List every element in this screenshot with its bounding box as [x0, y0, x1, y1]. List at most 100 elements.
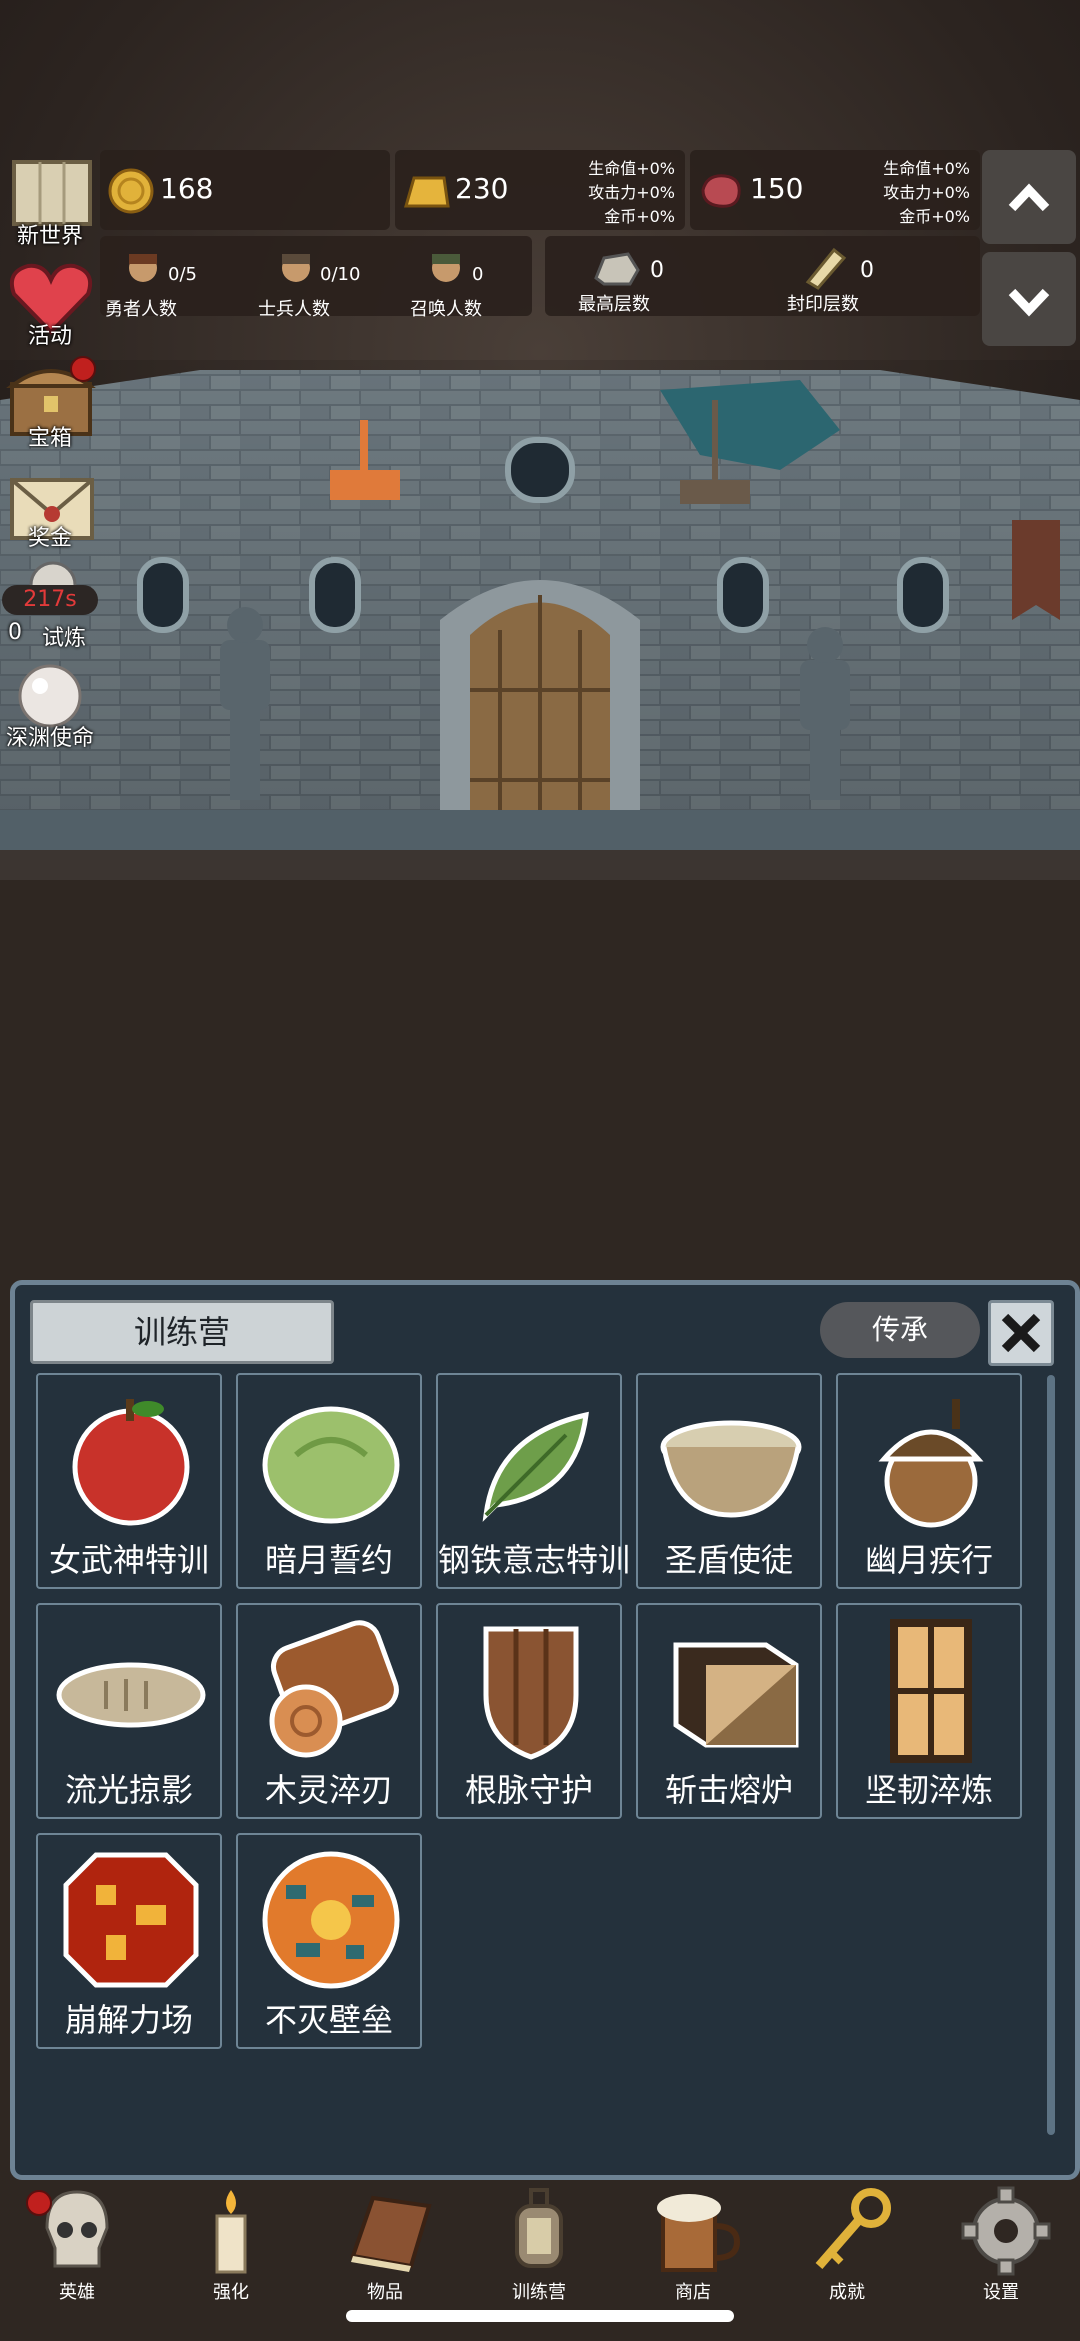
training-item[interactable]: 坚韧淬炼: [836, 1603, 1022, 1819]
chest-notification-dot: [70, 356, 96, 382]
key-icon: [815, 2188, 891, 2269]
scroll-down-button[interactable]: [982, 252, 1076, 346]
seal-floor-label: 封印层数: [787, 294, 859, 315]
training-item-label: 流光掠影: [64, 1771, 193, 1809]
nav-settings[interactable]: 设置: [924, 2180, 1078, 2303]
nav-label-achievement: 成就: [829, 2282, 865, 2303]
leaf-icon: [482, 1411, 589, 1522]
panel-scrollbar[interactable]: [1047, 1375, 1055, 2135]
nav-label-hero: 英雄: [59, 2282, 95, 2303]
candle-icon: [215, 2190, 247, 2274]
hero-head-icon: [129, 254, 157, 282]
side-label-activity: 活动: [27, 324, 72, 349]
training-item-label: 不灭壁垒: [264, 2001, 393, 2039]
summon-count-label: 召唤人数: [410, 299, 482, 320]
training-item[interactable]: 根脉守护: [436, 1603, 622, 1819]
panel-title: 训练营: [30, 1300, 334, 1364]
meat-bonus: 生命值+0% 攻击力+0% 金币+0%: [855, 157, 970, 229]
meat-bonus-gold: 金币+0%: [899, 207, 970, 226]
close-icon: [1001, 1313, 1041, 1353]
max-floor-label: 最高层数: [578, 294, 650, 315]
nav-upgrade[interactable]: 强化: [154, 2180, 308, 2303]
sun-orb-icon: [262, 1851, 400, 1989]
side-label-new-world: 新世界: [16, 224, 83, 249]
nav-hero[interactable]: 英雄: [0, 2180, 154, 2303]
side-label-abyss: 深渊使命: [5, 726, 94, 751]
training-item[interactable]: 暗月誓约: [236, 1373, 422, 1589]
nav-items[interactable]: 物品: [308, 2180, 462, 2303]
nav-label-shop: 商店: [675, 2282, 711, 2303]
nav-shop[interactable]: 商店: [616, 2180, 770, 2303]
training-item[interactable]: 钢铁意志特训: [436, 1373, 631, 1589]
gear-icon: [961, 2186, 1051, 2276]
training-item-label: 圣盾使徒: [664, 1541, 793, 1579]
training-item-label: 根脉守护: [464, 1771, 593, 1809]
beer-mug-icon: [657, 2194, 741, 2272]
side-label-reward: 奖金: [27, 526, 72, 551]
cabbage-icon: [262, 1406, 400, 1524]
hero-count-label: 勇者人数: [105, 299, 177, 320]
training-item[interactable]: 流光掠影: [36, 1603, 222, 1819]
training-item-label: 坚韧淬炼: [864, 1771, 993, 1809]
nav-label-items: 物品: [367, 2282, 403, 2303]
training-item[interactable]: 圣盾使徒: [636, 1373, 822, 1589]
side-label-trial: 试炼: [41, 626, 86, 651]
summon-count: 0: [472, 264, 484, 285]
lantern-icon: [515, 2188, 563, 2268]
summon-head-icon: [432, 254, 460, 282]
scroll-icon: [805, 247, 847, 290]
close-button[interactable]: [988, 1300, 1054, 1366]
nav-training[interactable]: 训练营: [462, 2180, 616, 2303]
training-item[interactable]: 木灵淬刃: [236, 1603, 422, 1819]
chevron-up-icon: [1008, 183, 1050, 212]
gold-amount: 168: [160, 172, 214, 205]
meat-bonus-hp: 生命值+0%: [883, 159, 970, 178]
meat-amount: 150: [750, 172, 804, 205]
cube-icon: [673, 1642, 799, 1748]
log-icon: [269, 1620, 399, 1758]
training-item-label: 崩解力场: [64, 2001, 193, 2039]
bar-bonus-hp: 生命值+0%: [588, 159, 675, 178]
training-item-label: 钢铁意志特训: [438, 1541, 631, 1579]
lava-orb-icon: [63, 1852, 199, 1988]
soldier-count: 0/10: [320, 264, 361, 285]
training-item[interactable]: 女武神特训: [36, 1373, 222, 1589]
book-icon: [350, 2195, 432, 2272]
gold-coin-icon: [108, 168, 154, 214]
nav-label-upgrade: 强化: [213, 2282, 249, 2303]
acorn-icon: [878, 1399, 984, 1528]
soldier-count-label: 士兵人数: [258, 299, 330, 320]
training-item[interactable]: 崩解力场: [36, 1833, 222, 2049]
bar-bonus-atk: 攻击力+0%: [588, 183, 675, 202]
castle-wall-scene: [0, 360, 1080, 880]
training-item-label: 木灵淬刃: [264, 1771, 393, 1809]
gold-bar-icon: [404, 176, 450, 208]
nav-label-settings: 设置: [983, 2282, 1019, 2303]
training-item[interactable]: 不灭壁垒: [236, 1833, 422, 2049]
home-indicator[interactable]: [346, 2310, 734, 2322]
apple-icon: [72, 1399, 190, 1526]
bar-amount: 230: [455, 172, 509, 205]
plank-icon: [890, 1619, 972, 1763]
hero-count: 0/5: [168, 264, 197, 285]
meat-icon: [701, 174, 741, 208]
training-item[interactable]: 幽月疾行: [836, 1373, 1022, 1589]
side-label-chest: 宝箱: [27, 426, 72, 451]
bar-bonus: 生命值+0% 攻击力+0% 金币+0%: [560, 157, 675, 229]
scroll-up-button[interactable]: [982, 150, 1076, 244]
nav-achievement[interactable]: 成就: [770, 2180, 924, 2303]
meat-bonus-atk: 攻击力+0%: [883, 183, 970, 202]
hero-notification-dot: [26, 2190, 52, 2216]
bar-bonus-gold: 金币+0%: [604, 207, 675, 226]
chevron-down-icon: [1008, 288, 1050, 317]
max-floor: 0: [650, 258, 664, 283]
training-item-label: 斩击熔炉: [664, 1771, 793, 1809]
seal-floor: 0: [860, 258, 874, 283]
porridge-bowl-icon: [660, 1420, 802, 1518]
inherit-button[interactable]: 传承: [820, 1302, 980, 1358]
wooden-shield-icon: [483, 1626, 579, 1760]
game-scene: [0, 0, 1080, 880]
training-item-label: 暗月誓约: [264, 1541, 393, 1579]
nav-label-training: 训练营: [512, 2282, 566, 2303]
training-item[interactable]: 斩击熔炉: [636, 1603, 822, 1819]
